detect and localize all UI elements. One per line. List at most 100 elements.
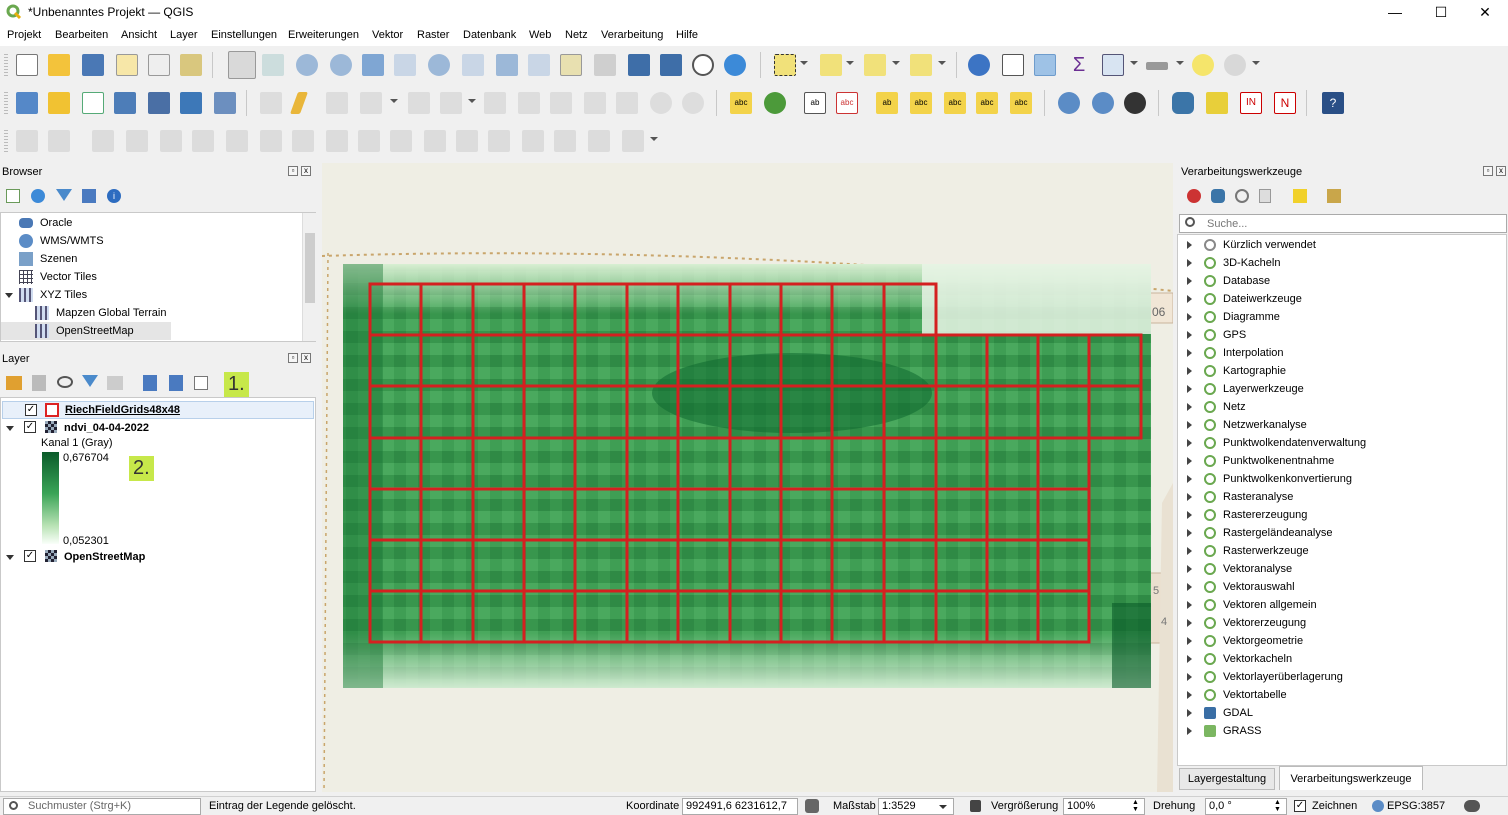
data-source-manager-icon[interactable] xyxy=(16,92,38,114)
menu-layer[interactable]: Layer xyxy=(170,29,198,41)
new-memory-layer-icon[interactable] xyxy=(180,92,202,114)
advanced-digitizing-icon[interactable] xyxy=(16,130,38,152)
expand-all-icon[interactable] xyxy=(143,375,157,391)
close-panel-icon[interactable]: x xyxy=(1496,166,1506,176)
zoom-last-icon[interactable] xyxy=(496,54,518,76)
info-icon[interactable]: i xyxy=(107,189,121,203)
browser-item-wms[interactable]: WMS/WMTS xyxy=(1,232,301,250)
processing-item[interactable]: Punktwolkendatenverwaltung xyxy=(1178,434,1504,452)
expand-arrow-icon[interactable] xyxy=(1187,547,1192,555)
label-settings-icon[interactable]: abc xyxy=(1010,92,1032,114)
copy-features-icon[interactable] xyxy=(584,92,606,114)
expand-arrow-icon[interactable] xyxy=(1187,709,1192,717)
crs-label[interactable]: EPSG:3857 xyxy=(1387,800,1445,812)
processing-item[interactable]: Kürzlich verwendet xyxy=(1178,236,1504,254)
label-abc-icon[interactable]: abc xyxy=(730,92,752,114)
cut-features-icon[interactable] xyxy=(550,92,572,114)
menu-erweiterungen[interactable]: Erweiterungen xyxy=(288,29,359,41)
chevron-down-icon[interactable] xyxy=(939,805,947,809)
processing-item[interactable]: Vektoren allgemein xyxy=(1178,596,1504,614)
modify-attributes-icon[interactable] xyxy=(484,92,506,114)
menu-einstellungen[interactable]: Einstellungen xyxy=(211,29,277,41)
expand-arrow-icon[interactable] xyxy=(1187,277,1192,285)
layer-visibility-checkbox[interactable]: ✓ xyxy=(25,404,37,416)
processing-item[interactable]: GPS xyxy=(1178,326,1504,344)
close-button[interactable]: ✕ xyxy=(1462,0,1508,26)
browser-item-oracle[interactable]: Oracle xyxy=(1,214,301,232)
history-icon[interactable] xyxy=(1235,189,1249,203)
spinner-arrows-icon[interactable]: ▲ ▼ xyxy=(1132,799,1139,813)
processing-item[interactable]: Netzwerkanalyse xyxy=(1178,416,1504,434)
fill-ring-icon[interactable] xyxy=(126,130,148,152)
processing-item[interactable]: Interpolation xyxy=(1178,344,1504,362)
plugin-tool-icon[interactable] xyxy=(1206,92,1228,114)
processing-item[interactable]: Punktwolkenkonvertierung xyxy=(1178,470,1504,488)
expand-arrow-icon[interactable] xyxy=(1187,349,1192,357)
new-virtual-layer-icon[interactable] xyxy=(148,92,170,114)
expand-arrow-icon[interactable] xyxy=(1187,673,1192,681)
expand-arrow-icon[interactable] xyxy=(6,426,14,431)
filter-browser-icon[interactable] xyxy=(56,189,72,201)
scale-field[interactable]: 1:3529 xyxy=(878,798,954,815)
expand-arrow-icon[interactable] xyxy=(1187,439,1192,447)
expand-arrow-icon[interactable] xyxy=(1187,403,1192,411)
metasearch-icon[interactable] xyxy=(1124,92,1146,114)
vertex-tool-icon[interactable] xyxy=(408,92,430,114)
browser-item-mapzen[interactable]: Mapzen Global Terrain xyxy=(1,304,301,322)
move-label-icon[interactable]: ab xyxy=(876,92,898,114)
merge-features-icon[interactable] xyxy=(358,130,380,152)
select-by-value-icon[interactable] xyxy=(820,54,842,76)
reshape-icon[interactable] xyxy=(226,130,248,152)
processing-options-icon[interactable] xyxy=(1327,189,1341,203)
show-hide-labels-icon[interactable]: abc xyxy=(910,92,932,114)
layer-row-grid[interactable]: ✓ RiechFieldGrids48x48 xyxy=(2,401,314,419)
remove-layer-icon[interactable] xyxy=(194,376,208,390)
expand-arrow-icon[interactable] xyxy=(1187,295,1192,303)
expand-arrow-icon[interactable] xyxy=(1187,241,1192,249)
extents-toggle-icon[interactable] xyxy=(805,799,819,813)
delete-part-icon[interactable] xyxy=(192,130,214,152)
coordinate-field[interactable]: 992491,6 6231612,7 xyxy=(682,798,798,815)
new-spatialite-icon[interactable] xyxy=(114,92,136,114)
trim-extend-icon[interactable] xyxy=(522,130,544,152)
expand-arrow-icon[interactable] xyxy=(1187,529,1192,537)
zoom-field[interactable]: 100% ▲ ▼ xyxy=(1063,798,1145,815)
offset-curve-icon[interactable] xyxy=(260,130,282,152)
processing-item[interactable]: 3D-Kacheln xyxy=(1178,254,1504,272)
map-canvas[interactable]: 06 5 4 xyxy=(322,163,1173,792)
models-icon[interactable] xyxy=(1187,189,1201,203)
collapse-all-icon[interactable] xyxy=(82,189,96,203)
layer-visibility-checkbox[interactable]: ✓ xyxy=(24,421,36,433)
visibility-eye-icon[interactable] xyxy=(57,376,73,388)
expand-arrow-icon[interactable] xyxy=(1187,367,1192,375)
menu-ansicht[interactable]: Ansicht xyxy=(121,29,157,41)
merge-attributes-icon[interactable] xyxy=(390,130,412,152)
processing-item[interactable]: Dateiwerkzeuge xyxy=(1178,290,1504,308)
pin-labels-icon[interactable]: ab xyxy=(804,92,826,114)
zoom-out-icon[interactable] xyxy=(330,54,352,76)
processing-item[interactable]: Database xyxy=(1178,272,1504,290)
attribute-table-icon[interactable] xyxy=(1002,54,1024,76)
expand-arrow-icon[interactable] xyxy=(1187,691,1192,699)
zoom-in-icon[interactable] xyxy=(296,54,318,76)
layout-manager-icon[interactable] xyxy=(148,54,170,76)
messages-icon[interactable] xyxy=(1464,800,1480,812)
processing-item[interactable]: Vektorerzeugung xyxy=(1178,614,1504,632)
edit-features-in-place-icon[interactable] xyxy=(1293,189,1307,203)
crs-globe-icon[interactable] xyxy=(1372,800,1384,812)
processing-item[interactable]: Vektortabelle xyxy=(1178,686,1504,704)
render-checkbox[interactable]: ✓ xyxy=(1294,800,1306,812)
current-edits-icon[interactable] xyxy=(260,92,282,114)
expand-arrow-icon[interactable] xyxy=(1187,655,1192,663)
toggle-editing-icon[interactable] xyxy=(289,92,309,114)
processing-item[interactable]: Rastererzeugung xyxy=(1178,506,1504,524)
style-manager-icon[interactable] xyxy=(180,54,202,76)
expand-arrow-icon[interactable] xyxy=(1187,493,1192,501)
select-features-icon[interactable] xyxy=(774,54,796,76)
processing-item[interactable]: Rastergeländeanalyse xyxy=(1178,524,1504,542)
rotate-label-icon[interactable]: abc xyxy=(944,92,966,114)
processing-item[interactable]: GRASS xyxy=(1178,722,1504,740)
expand-arrow-icon[interactable] xyxy=(1187,331,1192,339)
split-features-icon[interactable] xyxy=(292,130,314,152)
measure-line-icon[interactable] xyxy=(1146,62,1168,70)
